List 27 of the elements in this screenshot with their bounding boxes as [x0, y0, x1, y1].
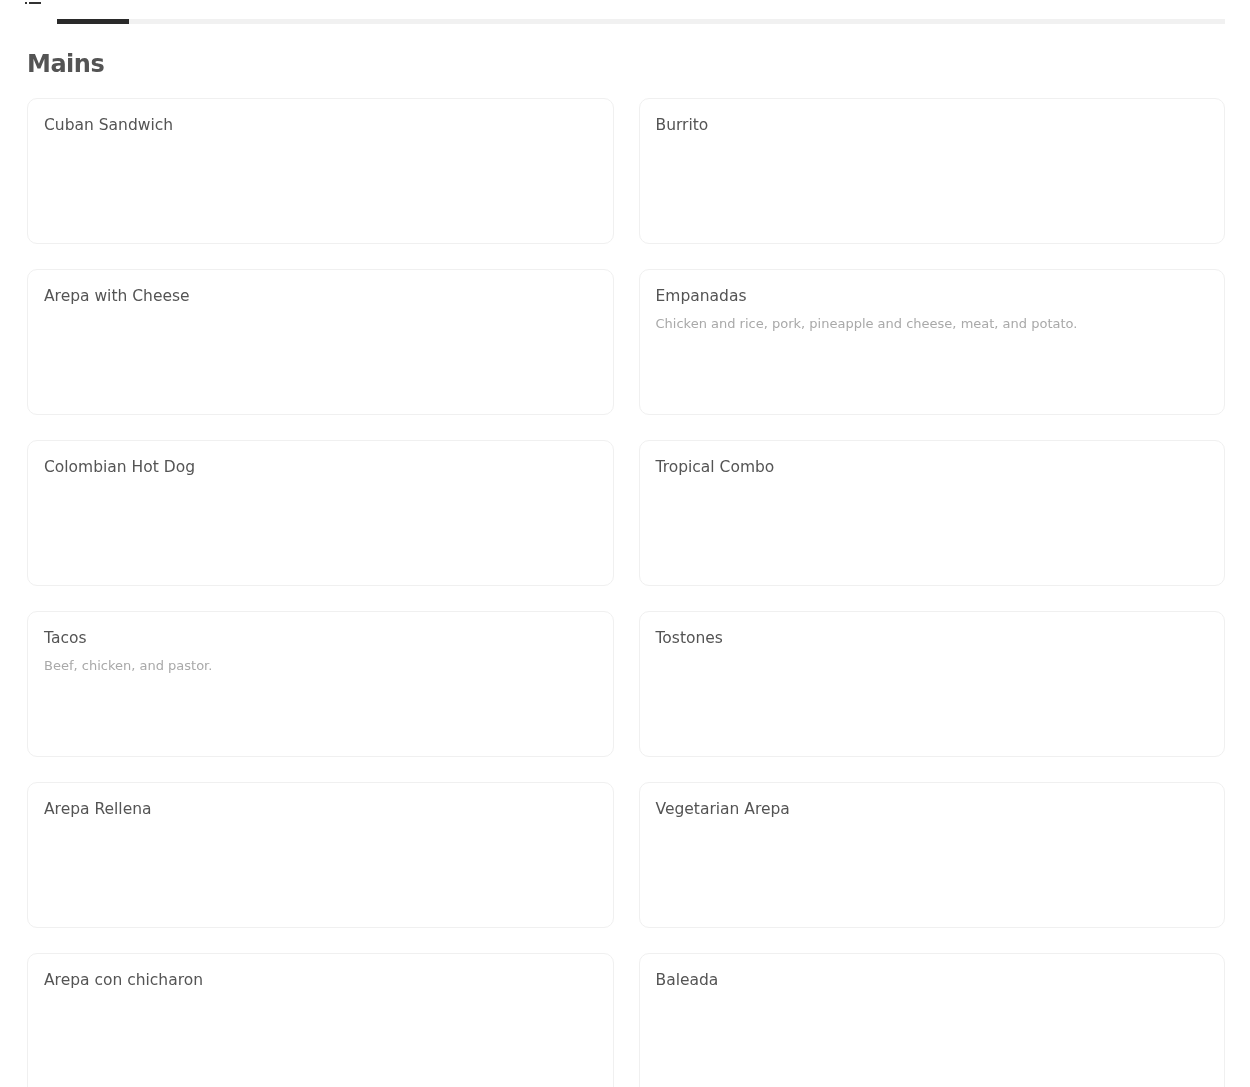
item-name: Tacos	[44, 629, 88, 647]
item-name: Empanadas	[655, 287, 748, 305]
item-name: Tostones	[655, 629, 724, 647]
section-heading: Mains	[27, 50, 106, 78]
item-name: Cuban Sandwich	[44, 116, 175, 134]
menu-item-card[interactable]: Arepa con chicharon	[27, 953, 614, 1087]
menu-item-card[interactable]: Baleada	[638, 953, 1225, 1087]
item-name: Burrito	[655, 116, 710, 134]
item-name: Arepa Rellena	[44, 800, 153, 818]
menu-item-card[interactable]: Colombian Hot Dog	[27, 440, 614, 586]
item-name: Baleada	[655, 971, 720, 989]
item-name: Vegetarian Arepa	[655, 800, 791, 818]
item-name: Arepa with Cheese	[44, 287, 191, 305]
menu-item-card[interactable]: Arepa with Cheese	[27, 269, 614, 415]
menu-item-card[interactable]: Tropical Combo	[638, 440, 1225, 586]
item-description: Chicken and rice, pork, pineapple and cheese, meat, and potato.	[655, 316, 1079, 331]
item-name: Arepa con chicharon	[44, 971, 205, 989]
menu-item-card[interactable]: Empanadas Chicken and rice, pork, pineapple and cheese, meat, and potato.	[638, 269, 1225, 415]
item-description: Beef, chicken, and pastor.	[44, 658, 214, 673]
menu-item-card[interactable]: Tostones	[638, 611, 1225, 757]
menu-item-card[interactable]: Arepa Rellena	[27, 782, 614, 928]
item-name: Tropical Combo	[655, 458, 776, 476]
menu-item-card[interactable]: Cuban Sandwich	[27, 98, 614, 244]
item-name: Colombian Hot Dog	[44, 458, 196, 476]
menu-item-card[interactable]: Burrito	[638, 98, 1225, 244]
menu-item-card[interactable]: Vegetarian Arepa	[638, 782, 1225, 928]
menu-item-card[interactable]: Tacos Beef, chicken, and pastor.	[27, 611, 614, 757]
